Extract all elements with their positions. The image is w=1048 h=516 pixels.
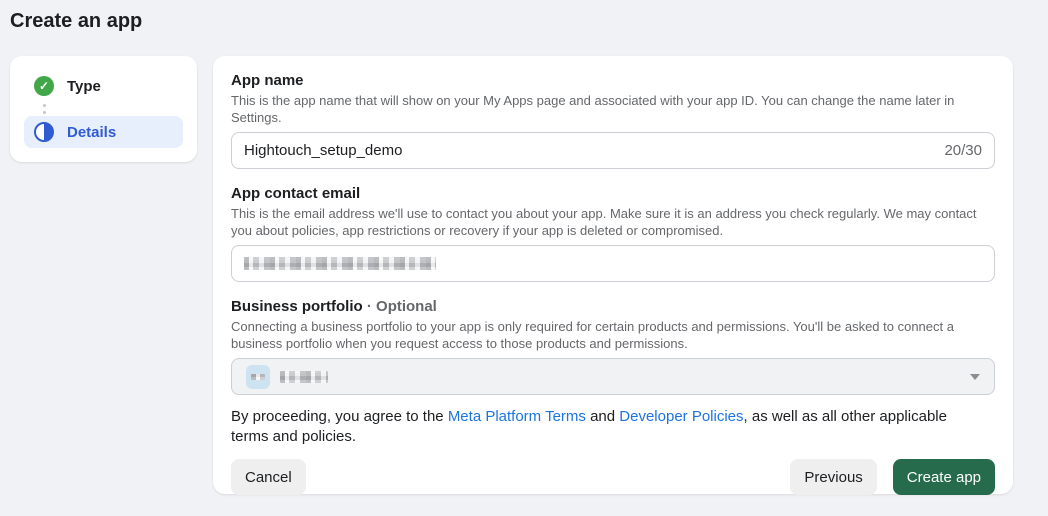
caret-down-icon [970,373,980,380]
business-portfolio-select[interactable] [231,358,995,395]
app-name-label: App name [231,72,304,89]
contact-email-section: App contact email This is the email addr… [231,185,995,282]
page-title: Create an app [10,10,143,32]
app-name-value: Hightouch_setup_demo [244,142,403,159]
portfolio-avatar [246,364,270,389]
create-app-form-card: App name This is the app name that will … [213,56,1013,495]
create-app-button[interactable]: Create app [892,459,995,495]
developer-policies-link[interactable]: Developer Policies [619,408,743,425]
step-details[interactable]: Details [24,116,183,148]
app-name-section: App name This is the app name that will … [231,72,995,169]
half-filled-circle-icon [34,122,54,142]
optional-label: · Optional [366,298,437,315]
previous-button[interactable]: Previous [790,459,877,495]
terms-prefix: By proceeding, you agree to the [231,408,448,425]
app-name-char-counter: 20/30 [944,142,982,159]
terms-text: By proceeding, you agree to the Meta Pla… [231,407,983,447]
terms-middle: and [585,408,620,425]
step-details-label: Details [67,123,117,141]
step-connector-dots [24,102,64,116]
app-name-input[interactable]: Hightouch_setup_demo 20/30 [231,132,995,169]
business-portfolio-label-text: Business portfolio [231,298,363,315]
stepper-card: ✓ Type Details [10,56,197,162]
redacted-avatar-content [251,373,265,380]
contact-email-input[interactable] [231,245,995,282]
step-type[interactable]: ✓ Type [24,70,183,102]
cancel-button[interactable]: Cancel [231,459,306,495]
check-circle-icon: ✓ [34,76,54,96]
meta-platform-terms-link[interactable]: Meta Platform Terms [448,408,586,425]
business-portfolio-section: Business portfolio · Optional Connecting… [231,298,995,395]
contact-email-help: This is the email address we'll use to c… [231,206,977,238]
form-footer: Cancel Previous Create app [231,459,995,495]
business-portfolio-label: Business portfolio · Optional [231,298,995,316]
business-portfolio-help: Connecting a business portfolio to your … [231,319,954,351]
step-type-label: Type [67,77,101,95]
redacted-email-value [244,257,436,270]
contact-email-label: App contact email [231,185,361,202]
redacted-portfolio-name [280,370,328,383]
app-name-help: This is the app name that will show on y… [231,93,955,125]
